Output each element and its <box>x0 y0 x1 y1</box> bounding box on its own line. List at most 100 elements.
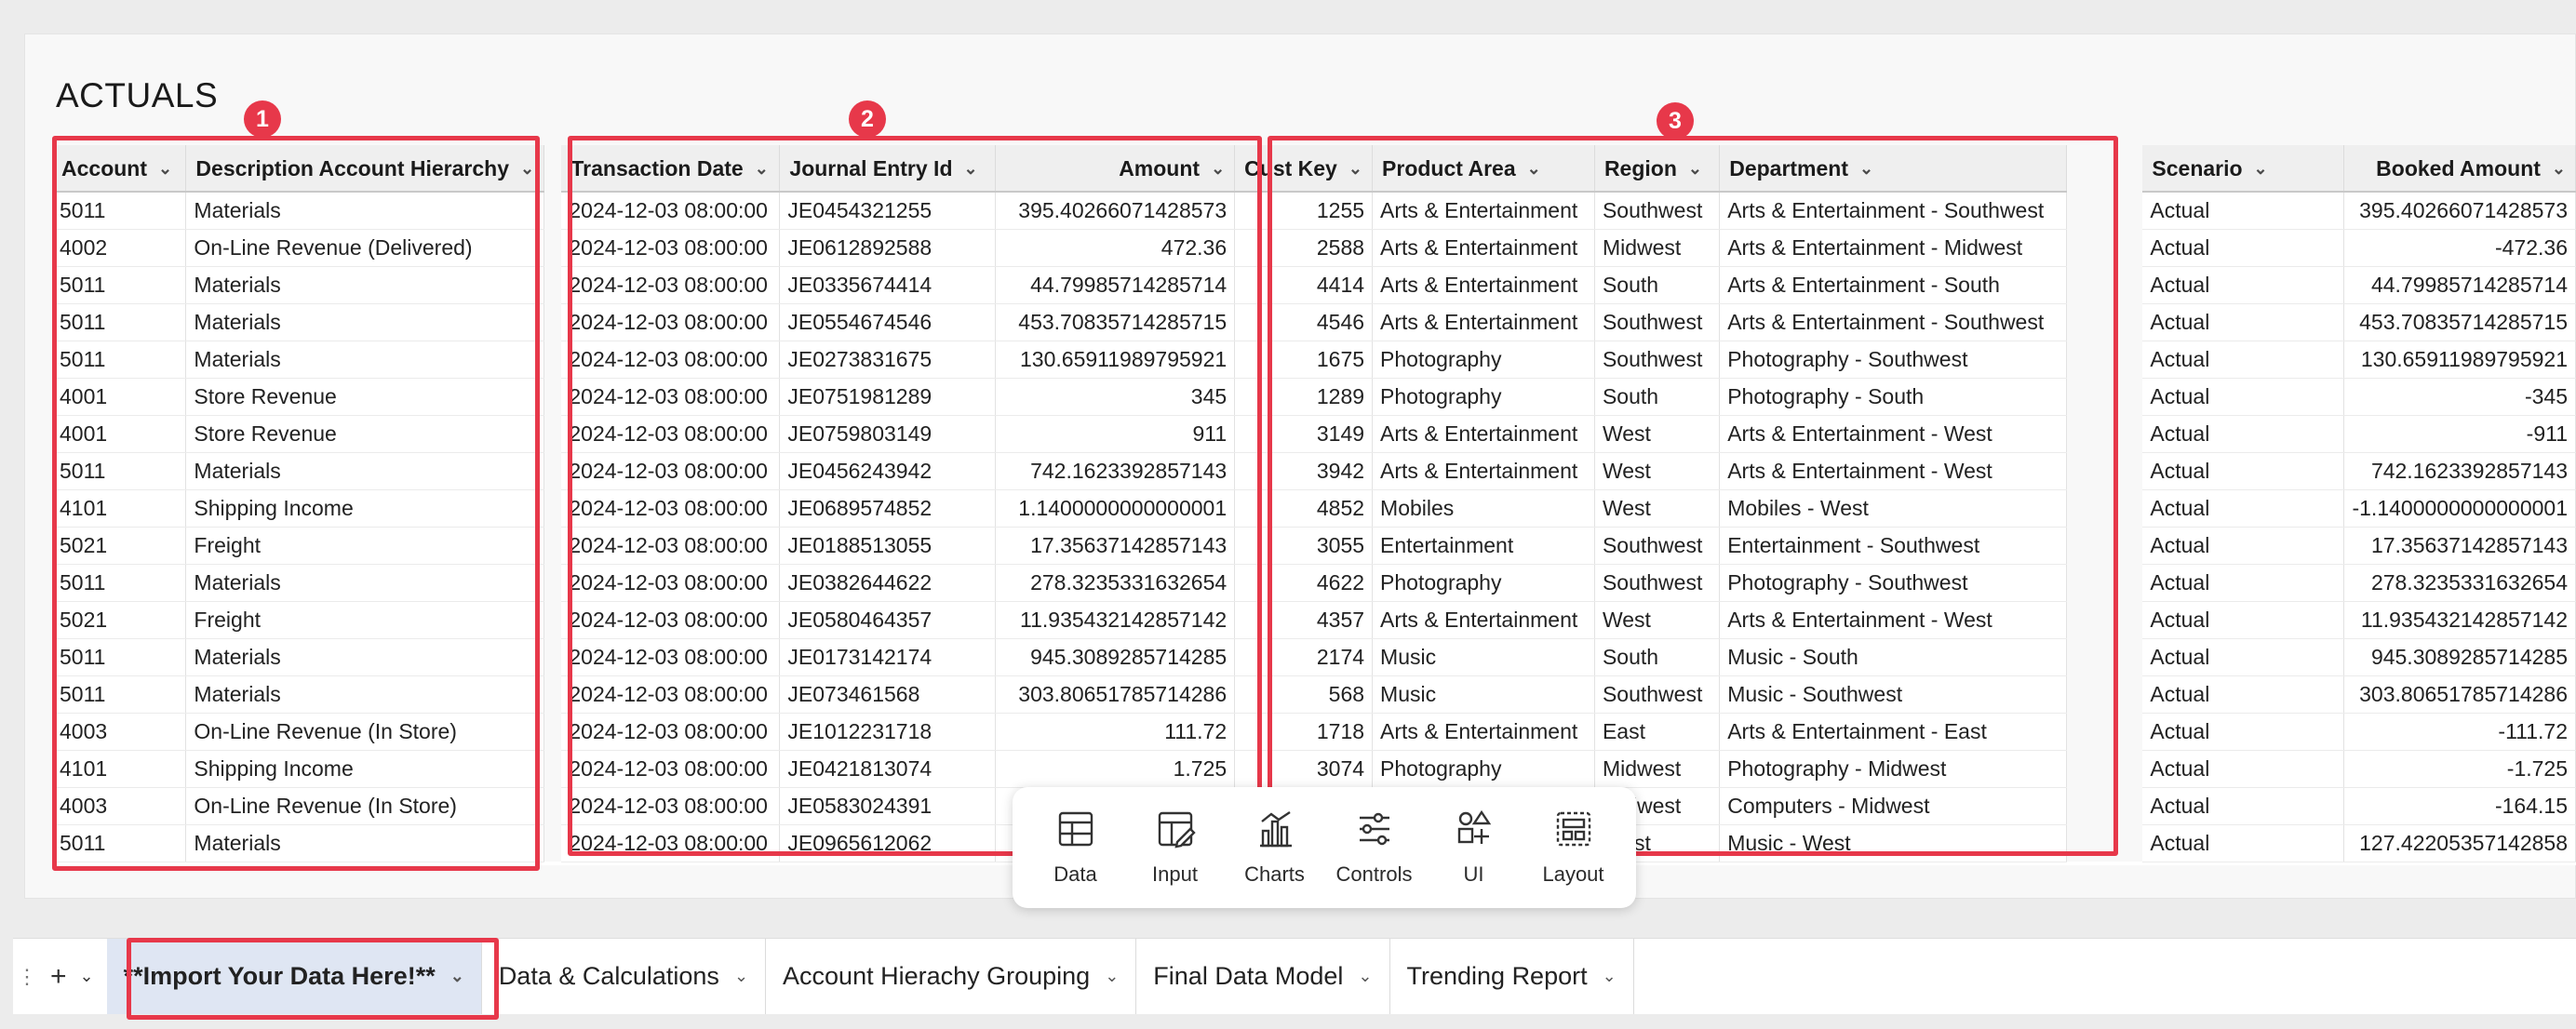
cell-amount[interactable]: 17.35637142857143 <box>995 527 1236 565</box>
cell-description-account-hierarchy[interactable]: Materials <box>185 638 545 676</box>
cell-scenario[interactable]: Actual <box>2142 564 2345 602</box>
cell-department[interactable]: Arts & Entertainment - Southwest <box>1719 192 2068 230</box>
table-row[interactable]: 5011 Materials 2024-12-03 08:00:00 JE027383… <box>52 341 2576 379</box>
cell-journal-entry-id[interactable]: JE0382644622 <box>779 564 997 602</box>
cell-booked-amount[interactable]: -164.15 <box>2343 787 2576 825</box>
cell-product-area[interactable]: Music <box>1372 638 1595 676</box>
cell-account[interactable]: 4101 <box>52 489 187 528</box>
cell-product-area[interactable]: Entertainment <box>1372 527 1595 565</box>
cell-booked-amount[interactable]: 278.3235331632654 <box>2343 564 2576 602</box>
cell-region[interactable]: West <box>1594 415 1721 453</box>
cell-booked-amount[interactable]: 742.1623392857143 <box>2343 452 2576 490</box>
cell-department[interactable]: Arts & Entertainment - Southwest <box>1719 303 2068 341</box>
cell-amount[interactable]: 395.40266071428573 <box>995 192 1236 230</box>
cell-amount[interactable]: 945.3089285714285 <box>995 638 1236 676</box>
cell-department[interactable]: Music - West <box>1719 824 2068 862</box>
cell-region[interactable]: West <box>1594 601 1721 639</box>
table-row[interactable]: 5011 Materials 2024-12-03 08:00:00 JE073461… <box>52 675 2576 714</box>
chevron-down-icon[interactable]: ⌄ <box>1688 159 1702 179</box>
cell-region[interactable]: Southwest <box>1594 564 1721 602</box>
cell-cust-key[interactable]: 1255 <box>1234 192 1374 230</box>
cell-region[interactable]: West <box>1594 452 1721 490</box>
cell-booked-amount[interactable]: 130.65911989795921 <box>2343 341 2576 379</box>
cell-description-account-hierarchy[interactable]: Materials <box>185 303 545 341</box>
column-header-account[interactable]: Account ⌄ <box>52 145 187 193</box>
cell-journal-entry-id[interactable]: JE0173142174 <box>779 638 997 676</box>
cell-department[interactable]: Photography - Midwest <box>1719 750 2068 788</box>
cell-amount[interactable]: 453.70835714285715 <box>995 303 1236 341</box>
cell-booked-amount[interactable]: 453.70835714285715 <box>2343 303 2576 341</box>
table-row[interactable]: 5011 Materials 2024-12-03 08:00:00 JE033567… <box>52 266 2576 304</box>
cell-product-area[interactable]: Arts & Entertainment <box>1372 229 1595 267</box>
cell-account[interactable]: 4001 <box>52 378 187 416</box>
cell-account[interactable]: 5011 <box>52 303 187 341</box>
chevron-down-icon[interactable]: ⌄ <box>1105 967 1119 986</box>
cell-account[interactable]: 4001 <box>52 415 187 453</box>
cell-description-account-hierarchy[interactable]: On-Line Revenue (In Store) <box>185 787 545 825</box>
chevron-down-icon[interactable]: ⌄ <box>158 159 172 179</box>
table-row[interactable]: 5011 Materials 2024-12-03 08:00:00 JE045432… <box>52 192 2576 230</box>
cell-booked-amount[interactable]: 303.80651785714286 <box>2343 675 2576 714</box>
cell-region[interactable]: Southwest <box>1594 192 1721 230</box>
cell-region[interactable]: South <box>1594 266 1721 304</box>
cell-journal-entry-id[interactable]: JE0965612062 <box>779 824 997 862</box>
cell-cust-key[interactable]: 2588 <box>1234 229 1374 267</box>
cell-product-area[interactable]: Photography <box>1372 341 1595 379</box>
toolbar-charts-button[interactable]: Charts <box>1228 808 1322 887</box>
cell-account[interactable]: 4003 <box>52 787 187 825</box>
cell-department[interactable]: Arts & Entertainment - South <box>1719 266 2068 304</box>
cell-booked-amount[interactable]: 395.40266071428573 <box>2343 192 2576 230</box>
page-tab-import-your-data-here[interactable]: **Import Your Data Here!** ⌄ <box>106 939 482 1014</box>
cell-cust-key[interactable]: 1289 <box>1234 378 1374 416</box>
cell-scenario[interactable]: Actual <box>2142 638 2345 676</box>
cell-product-area[interactable]: Photography <box>1372 750 1595 788</box>
cell-account[interactable]: 5021 <box>52 601 187 639</box>
chevron-down-icon[interactable]: ⌄ <box>2254 159 2268 179</box>
cell-transaction-date[interactable]: 2024-12-03 08:00:00 <box>561 415 781 453</box>
cell-department[interactable]: Mobiles - West <box>1719 489 2068 528</box>
cell-journal-entry-id[interactable]: JE0454321255 <box>779 192 997 230</box>
cell-transaction-date[interactable]: 2024-12-03 08:00:00 <box>561 452 781 490</box>
cell-product-area[interactable]: Arts & Entertainment <box>1372 713 1595 751</box>
cell-journal-entry-id[interactable]: JE0421813074 <box>779 750 997 788</box>
cell-scenario[interactable]: Actual <box>2142 601 2345 639</box>
cell-account[interactable]: 5011 <box>52 452 187 490</box>
cell-scenario[interactable]: Actual <box>2142 378 2345 416</box>
cell-transaction-date[interactable]: 2024-12-03 08:00:00 <box>561 192 781 230</box>
cell-account[interactable]: 4003 <box>52 713 187 751</box>
toolbar-data-button[interactable]: Data <box>1029 808 1122 887</box>
cell-journal-entry-id[interactable]: JE0456243942 <box>779 452 997 490</box>
cell-transaction-date[interactable]: 2024-12-03 08:00:00 <box>561 229 781 267</box>
column-header-booked-amount[interactable]: Booked Amount ⌄ <box>2343 145 2576 193</box>
cell-amount[interactable]: 1.1400000000000001 <box>995 489 1236 528</box>
cell-description-account-hierarchy[interactable]: Materials <box>185 192 545 230</box>
cell-journal-entry-id[interactable]: JE0583024391 <box>779 787 997 825</box>
cell-cust-key[interactable]: 3055 <box>1234 527 1374 565</box>
cell-product-area[interactable]: Photography <box>1372 378 1595 416</box>
add-page-button[interactable]: + <box>41 939 76 1014</box>
cell-account[interactable]: 5011 <box>52 564 187 602</box>
column-header-scenario[interactable]: Scenario ⌄ <box>2142 145 2345 193</box>
column-header-journal-entry-id[interactable]: Journal Entry Id ⌄ <box>779 145 997 193</box>
column-header-department[interactable]: Department ⌄ <box>1719 145 2068 193</box>
add-page-menu-button[interactable]: ⌄ <box>76 939 107 1014</box>
cell-product-area[interactable]: Arts & Entertainment <box>1372 192 1595 230</box>
cell-scenario[interactable]: Actual <box>2142 303 2345 341</box>
cell-account[interactable]: 5011 <box>52 341 187 379</box>
toolbar-layout-button[interactable]: Layout <box>1527 808 1620 887</box>
cell-journal-entry-id[interactable]: JE073461568 <box>779 675 997 714</box>
cell-account[interactable]: 5021 <box>52 527 187 565</box>
cell-booked-amount[interactable]: 44.79985714285714 <box>2343 266 2576 304</box>
cell-transaction-date[interactable]: 2024-12-03 08:00:00 <box>561 341 781 379</box>
cell-transaction-date[interactable]: 2024-12-03 08:00:00 <box>561 601 781 639</box>
cell-journal-entry-id[interactable]: JE0751981289 <box>779 378 997 416</box>
cell-region[interactable]: Midwest <box>1594 750 1721 788</box>
chevron-down-icon[interactable]: ⌄ <box>964 159 978 179</box>
cell-description-account-hierarchy[interactable]: Materials <box>185 675 545 714</box>
column-header-description-account-hierarchy[interactable]: Description Account Hierarchy ⌄ <box>185 145 545 193</box>
cell-journal-entry-id[interactable]: JE0273831675 <box>779 341 997 379</box>
cell-amount[interactable]: 472.36 <box>995 229 1236 267</box>
cell-description-account-hierarchy[interactable]: Shipping Income <box>185 489 545 528</box>
cell-amount[interactable]: 44.79985714285714 <box>995 266 1236 304</box>
cell-booked-amount[interactable]: 945.3089285714285 <box>2343 638 2576 676</box>
